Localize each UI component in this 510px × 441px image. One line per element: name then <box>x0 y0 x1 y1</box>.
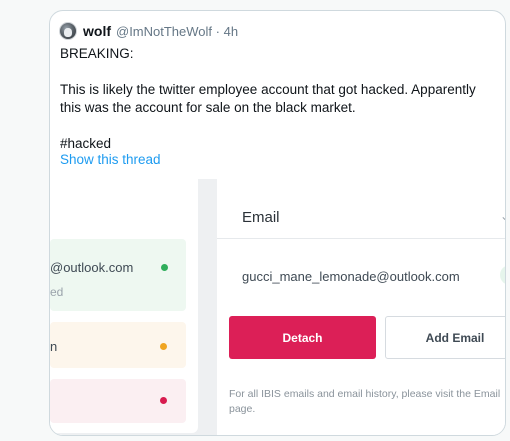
display-name[interactable]: wolf <box>83 23 111 39</box>
tweet-paragraph: BREAKING: <box>60 46 134 61</box>
separator: · <box>215 23 221 39</box>
status-dot-icon <box>161 264 168 271</box>
account-row-fragment: n <box>50 339 58 354</box>
tweet-media-screenshot[interactable]: @outlook.com ed n Email ⌄ gucci_mane_lem… <box>50 179 505 435</box>
email-value: gucci_mane_lemonade@outlook.com <box>242 269 460 284</box>
hashtag[interactable]: #hacked <box>60 135 500 153</box>
avatar-face-icon <box>64 27 72 37</box>
tweet-header: wolf @ImNotTheWolf · 4h <box>59 21 238 41</box>
show-thread-link[interactable]: Show this thread <box>60 152 161 167</box>
account-list-panel: @outlook.com ed n <box>50 179 198 433</box>
account-status-fragment: ed <box>50 285 64 299</box>
email-panel-title: Email <box>242 209 280 226</box>
status-dot-icon <box>160 397 167 404</box>
ibis-note: For all IBIS emails and email history, p… <box>229 388 501 415</box>
add-email-button[interactable]: Add Email <box>385 316 505 359</box>
chevron-down-icon: ⌄ <box>500 209 505 223</box>
divider <box>217 238 505 239</box>
account-row-active <box>50 239 186 311</box>
verified-badge <box>500 265 505 285</box>
status-dot-icon <box>160 343 167 350</box>
handle: @ImNotTheWolf · 4h <box>116 24 238 39</box>
timestamp[interactable]: 4h <box>224 24 238 39</box>
tweet-text: BREAKING: This is likely the twitter emp… <box>60 45 500 153</box>
quoted-tweet-card[interactable]: wolf @ImNotTheWolf · 4h BREAKING: This i… <box>49 10 506 436</box>
avatar[interactable] <box>59 22 77 40</box>
email-panel: Email ⌄ gucci_mane_lemonade@outlook.com … <box>217 179 505 435</box>
detach-button[interactable]: Detach <box>229 316 376 359</box>
handle-text[interactable]: @ImNotTheWolf <box>116 24 212 39</box>
account-email-fragment: @outlook.com <box>50 260 134 275</box>
tweet-paragraph: This is likely the twitter employee acco… <box>60 82 476 115</box>
